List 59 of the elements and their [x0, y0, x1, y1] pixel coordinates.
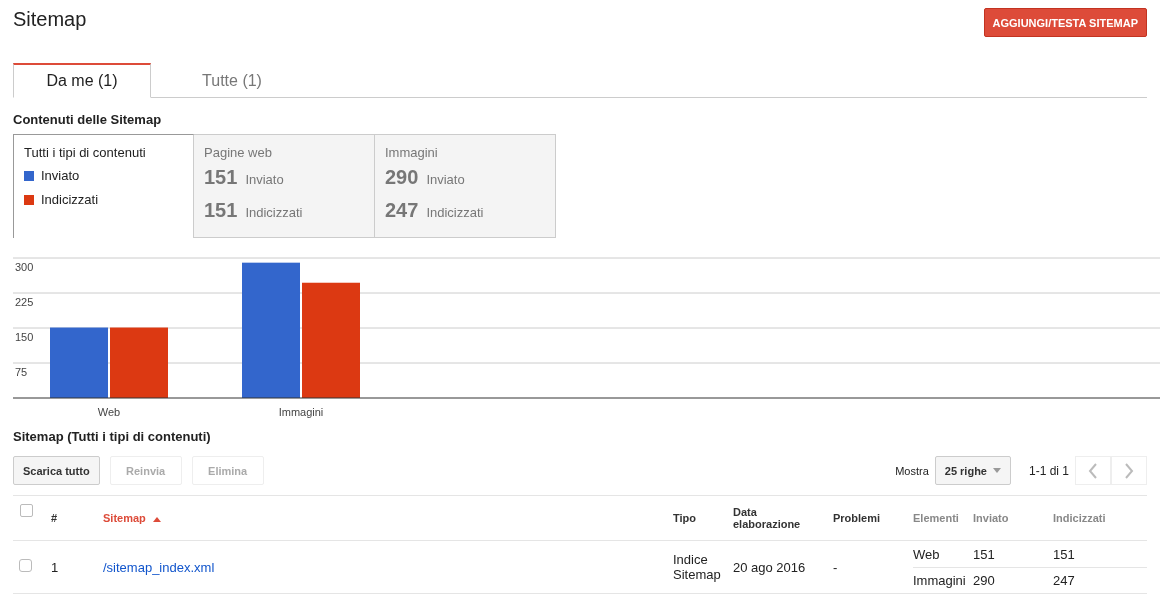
stat-label: Inviato — [426, 172, 465, 187]
content-type-card[interactable]: Pagine web 151 Inviato 151 Indicizzati — [194, 134, 375, 238]
table-cell-text: 151 — [973, 546, 996, 562]
row-checkbox[interactable] — [19, 559, 32, 572]
chevron-left-icon — [1088, 462, 1098, 479]
table-cell-text: Web — [913, 546, 941, 562]
add-sitemap-button[interactable]: AGGIUNGI/TESTA SITEMAP — [983, 8, 1147, 37]
legend-label: Indicizzati — [41, 192, 99, 207]
table-cell: 151 — [1053, 546, 1075, 562]
column-header[interactable]: Inviato — [973, 512, 1009, 524]
column-header[interactable]: Indicizzati — [1053, 512, 1106, 524]
column-header[interactable]: Elementi — [913, 512, 959, 524]
table-cell: 247 — [1053, 572, 1075, 588]
select-all-checkbox[interactable] — [20, 503, 33, 517]
x-category-label: Immagini — [278, 406, 324, 418]
table-cell: 20 ago 2016 — [733, 559, 806, 575]
table-cell-text: 290 — [973, 572, 996, 588]
table-cell-text: Immagini — [913, 572, 967, 588]
table-cell-text: Indice Sitemap — [673, 552, 722, 582]
y-tick-label: 150 — [15, 331, 34, 343]
caret-icon — [992, 468, 1001, 473]
section-title: Sitemap (Tutti i tipi di contenuti) — [13, 429, 212, 444]
column-header[interactable]: Tipo — [673, 512, 696, 524]
column-header[interactable]: Sitemap — [103, 512, 146, 524]
rows-dropdown[interactable]: 25 righe — [934, 456, 1011, 485]
x-category-label: Web — [97, 406, 121, 418]
stat-value: 247 — [385, 199, 419, 222]
bar — [50, 327, 108, 398]
content-type-card[interactable]: Immagini 290 Inviato 247 Indicizzati — [375, 134, 556, 238]
y-tick-label: 75 — [15, 366, 28, 378]
legend-label: Inviato — [41, 168, 80, 183]
content-type-card[interactable]: Tutti i tipi di contenuti Inviato Indicizzati — [13, 134, 194, 238]
stat-value: 151 — [204, 199, 238, 222]
tab[interactable]: Da me (1) — [13, 63, 151, 98]
show-label: Mostra — [895, 464, 929, 477]
column-header[interactable]: Data elaborazione — [733, 506, 808, 530]
bar — [110, 327, 168, 398]
sitemap-link[interactable]: /sitemap_index.xml — [103, 559, 215, 575]
card-title: Tutti i tipi di contenuti — [24, 145, 147, 160]
toolbar-button[interactable]: Scarica tutto — [13, 456, 100, 485]
page-range: 1-1 di 1 — [1028, 463, 1069, 478]
table-cell: - — [833, 559, 838, 575]
column-header[interactable]: # — [51, 512, 58, 524]
tab[interactable]: Tutte (1) — [163, 63, 301, 97]
stat-label: Indicizzati — [245, 205, 303, 220]
section-title: Contenuti delle Sitemap — [13, 112, 163, 127]
stat-value: 151 — [204, 166, 238, 189]
y-tick-label: 225 — [15, 296, 34, 308]
table-cell: 1 — [51, 559, 59, 575]
card-title: Pagine web — [204, 145, 273, 160]
column-header[interactable]: Problemi — [833, 512, 881, 524]
stat-label: Inviato — [245, 172, 284, 187]
chevron-right-icon — [1124, 462, 1134, 479]
page-title: Sitemap — [13, 8, 87, 31]
stat-label: Indicizzati — [426, 205, 484, 220]
stat-value: 290 — [385, 166, 419, 189]
y-tick-label: 300 — [15, 261, 34, 273]
sort-ascending-icon — [152, 517, 161, 522]
card-title: Immagini — [385, 145, 439, 160]
